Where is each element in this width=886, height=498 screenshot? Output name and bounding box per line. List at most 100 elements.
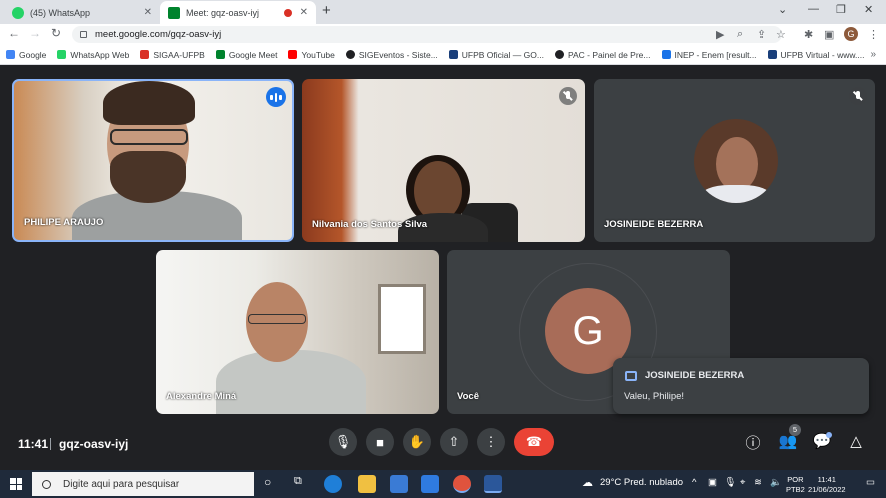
people-count-badge: 5 [789,424,801,436]
participant-tile[interactable]: Nilvania dos Santos Silva [302,79,585,242]
extensions-icon[interactable]: ✱ [804,28,813,41]
reload-icon[interactable]: ↻ [51,26,61,40]
new-tab-button[interactable]: + [322,2,331,19]
zoom-icon[interactable]: ⌕ [737,28,743,41]
search-icon [42,479,51,489]
chat-message: Valeu, Philipe! [624,391,685,402]
camera-icon[interactable]: ▶ [716,28,724,41]
meeting-info-icon[interactable]: ⓘ [743,432,763,453]
sigaa-icon [140,50,150,59]
bookmark-ufpb-virtual[interactable]: UFPB Virtual - www.... [767,50,864,60]
tab-meet[interactable]: Meet: gqz-oasv-iyj ✕ [160,1,316,24]
participant-video [216,350,366,414]
raise-hand-button[interactable]: ✋ [403,428,431,456]
browser-tab-strip: (45) WhatsApp ✕ Meet: gqz-oasv-iyj ✕ + ⌄… [0,0,886,24]
mic-tray-icon: 🎙 [724,477,737,488]
bookmark-sigeventos[interactable]: SIGEventos - Siste... [345,50,438,60]
windows-start-icon[interactable] [10,478,22,490]
present-button[interactable]: ⇧ [440,428,468,456]
share-icon[interactable]: ⇪ [757,28,766,41]
file-explorer-icon[interactable] [358,475,376,493]
ufpb-icon [448,50,458,59]
more-options-button[interactable]: ⋮ [477,428,505,456]
tab-search-icon[interactable]: ⌄ [778,3,787,16]
forward-icon[interactable]: → [29,26,41,40]
bookmark-google-meet[interactable]: Google Meet [215,50,277,60]
mic-off-icon [559,87,577,105]
youtube-icon [288,50,298,59]
camera-tray-icon: ▣ [708,477,717,488]
bookmark-ufpb-oficial[interactable]: UFPB Oficial — GO... [448,50,544,60]
restore-icon[interactable]: ❐ [836,3,846,16]
address-bar[interactable]: meet.google.com/gqz-oasv-iyj [72,26,782,43]
tab-whatsapp[interactable]: (45) WhatsApp ✕ [4,1,160,24]
weather-text[interactable]: 29°C Pred. nublado [600,477,683,488]
chat-sender: JOSINEIDE BEZERRA [645,370,745,381]
google-meet-icon [215,50,225,59]
end-call-button[interactable]: ☎ [514,428,554,456]
close-tab-icon[interactable]: ✕ [300,7,308,18]
participant-video [378,284,426,354]
search-placeholder: Digite aqui para pesquisar [63,478,180,490]
participant-video [110,129,188,145]
close-window-icon[interactable]: ✕ [864,3,873,16]
participant-name: JOSINEIDE BEZERRA [604,219,704,230]
location-icon: ⌖ [740,477,746,488]
close-tab-icon[interactable]: ✕ [144,7,152,18]
participant-tile[interactable]: PHILIPE ARAUJO [12,79,294,242]
activities-icon[interactable]: △ [846,432,866,450]
system-clock[interactable]: 11:41 21/06/2022 [808,475,846,495]
chrome-icon[interactable] [453,475,471,493]
more-bookmarks-icon[interactable]: » [870,49,876,60]
bookmark-whatsapp[interactable]: WhatsApp Web [57,50,129,60]
cortana-icon[interactable]: ○ [264,475,271,489]
mail-icon[interactable] [421,475,439,493]
unread-indicator [826,432,832,438]
participant-tile[interactable]: JOSINEIDE BEZERRA [594,79,875,242]
camera-button[interactable]: ■ [366,428,394,456]
participant-tile[interactable]: Alexandre Miná [156,250,439,414]
profile-avatar[interactable]: G [844,27,858,41]
chat-notification[interactable]: JOSINEIDE BEZERRA Valeu, Philipe! [613,358,869,414]
tray-expand-icon[interactable]: ^ [692,477,696,488]
browser-toolbar: ← → ↻ meet.google.com/gqz-oasv-iyj ▶ ⌕ ⇪… [0,24,886,45]
chat-message-icon [625,371,637,381]
meeting-clock: 11:41 [18,437,49,451]
keyboard-language[interactable]: POR PTB2 [786,475,805,495]
bookmark-sigaa[interactable]: SIGAA-UFPB [140,50,205,60]
whatsapp-icon [12,6,24,19]
mic-off-icon [849,87,867,105]
participant-name: Alexandre Miná [166,391,237,402]
sigeventos-icon [345,50,355,59]
microphone-button[interactable]: 🎙 [329,428,357,456]
back-icon[interactable]: ← [8,26,20,40]
volume-icon[interactable]: 🔈 [770,477,782,488]
taskbar-search-input[interactable]: Digite aqui para pesquisar [32,472,254,496]
participant-video [110,151,186,203]
minimize-icon[interactable]: — [808,3,819,15]
microphone-icon: 🎙 [334,434,352,449]
participant-name: PHILIPE ARAUJO [24,217,104,228]
bookmark-star-icon[interactable]: ☆ [776,28,786,41]
task-view-icon[interactable]: ⧉ [294,475,302,488]
google-meet-icon [168,6,180,19]
side-panel-icon[interactable]: ▣ [824,28,834,41]
bookmark-youtube[interactable]: YouTube [288,50,335,60]
bookmark-google[interactable]: Google [6,50,46,60]
hand-icon: ✋ [408,434,426,449]
edge-icon[interactable] [324,475,342,493]
address-url: meet.google.com/gqz-oasv-iyj [95,29,222,40]
bookmark-inep[interactable]: INEP - Enem [result... [661,50,757,60]
bookmark-pac[interactable]: PAC - Painel de Pre... [554,50,651,60]
word-icon[interactable] [484,475,502,493]
store-icon[interactable] [390,475,408,493]
meet-stage: PHILIPE ARAUJO Nilvania dos Santos Silva… [0,66,886,470]
meeting-code: gqz-oasv-iyj [59,437,129,451]
inep-icon [661,50,671,59]
ufpb-icon [767,50,777,59]
bookmarks-bar: Google WhatsApp Web SIGAA-UFPB Google Me… [0,45,886,65]
notifications-icon[interactable]: ▭ [866,477,875,488]
participant-video [414,161,462,221]
wifi-icon[interactable]: ≋ [754,477,762,488]
menu-icon[interactable]: ⋮ [868,28,879,41]
